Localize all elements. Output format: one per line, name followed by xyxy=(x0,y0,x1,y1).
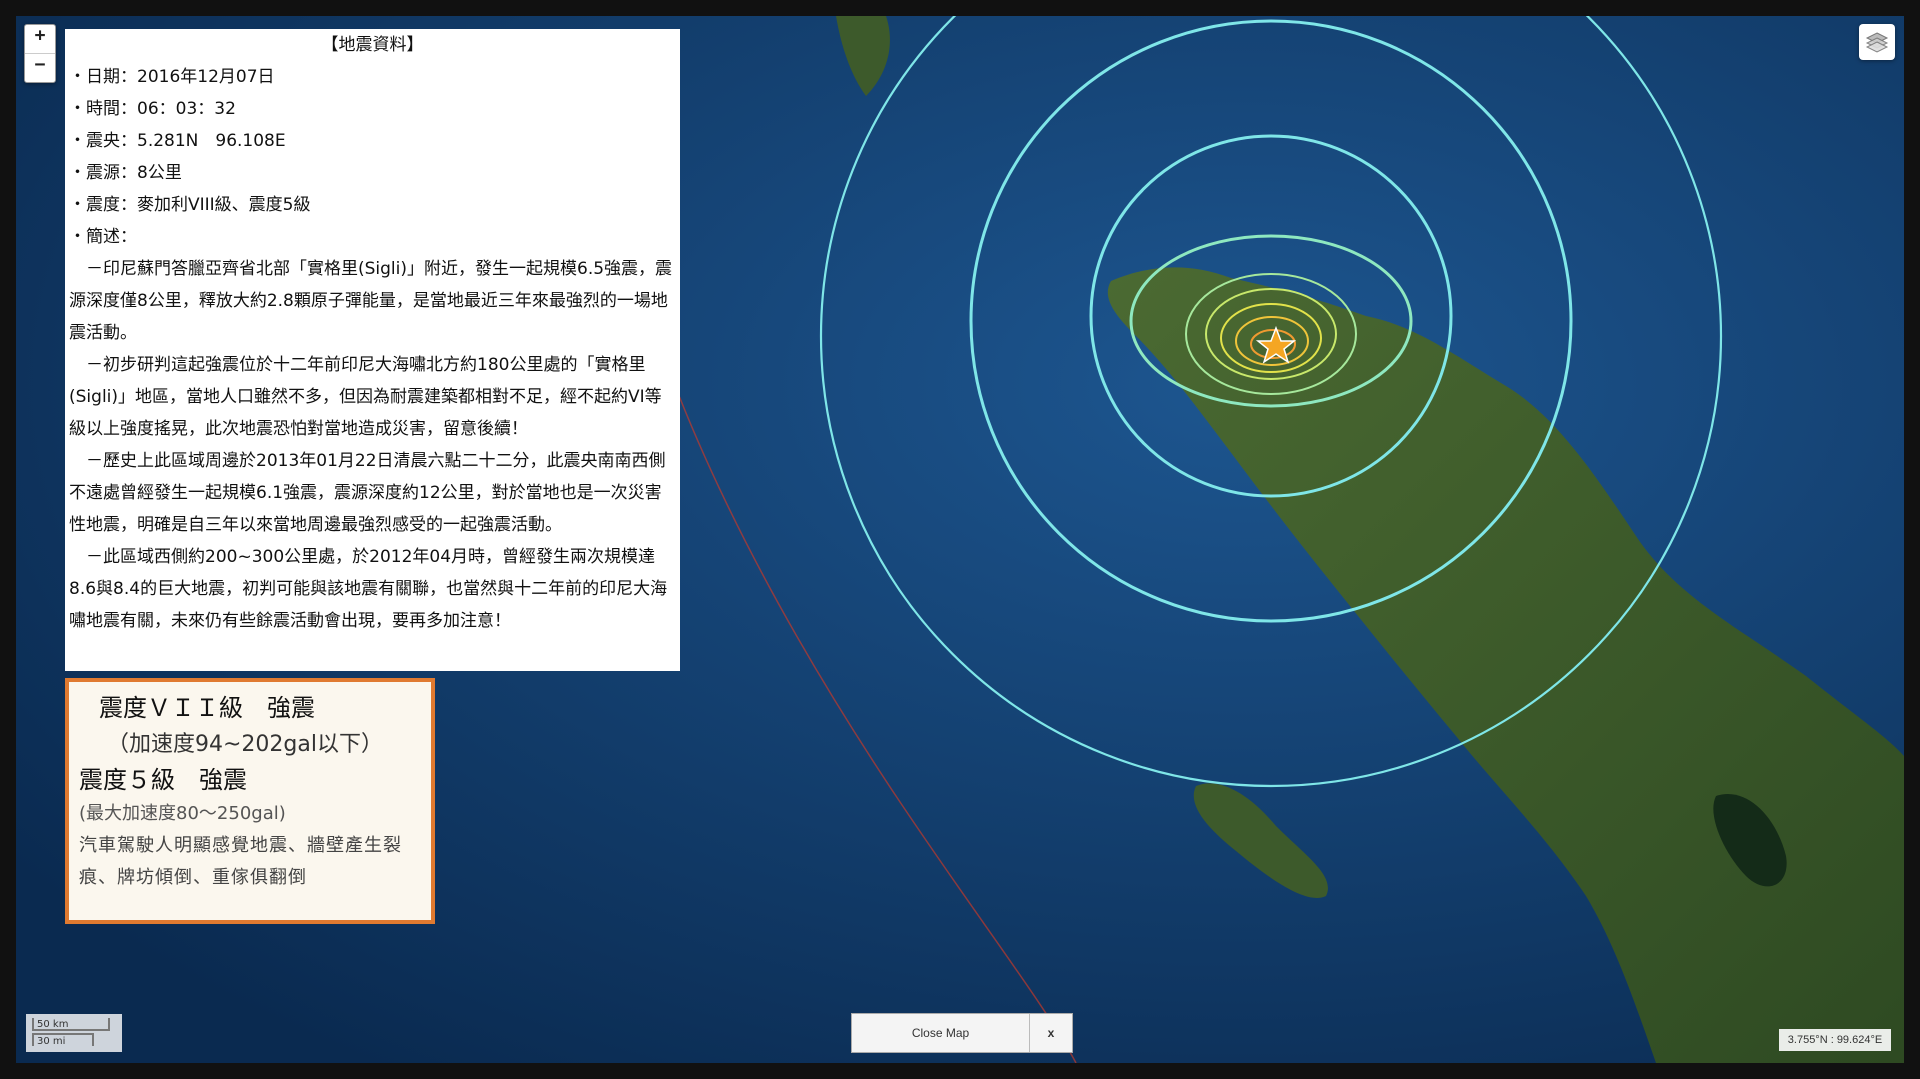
cursor-coordinates: 3.755°N : 99.624°E xyxy=(1779,1029,1891,1051)
intensity-line-4: (最大加速度80～250gal) xyxy=(79,803,286,824)
map-view[interactable]: + − 【地震資料】 ・日期：2016年12月07日 ・時間：06：03：32 … xyxy=(16,16,1904,1063)
zoom-in-button[interactable]: + xyxy=(25,25,55,53)
scale-mi: 30 mi xyxy=(32,1033,94,1047)
zoom-control: + − xyxy=(24,24,56,83)
close-icon[interactable]: x xyxy=(1029,1014,1072,1052)
info-paragraph-2: －初步研判這起強震位於十二年前印尼大海嘯北方約180公里處的「實格里(Sigli… xyxy=(69,355,662,439)
info-depth: ・震源：8公里 xyxy=(69,163,182,183)
info-time: ・時間：06：03：32 xyxy=(69,99,236,119)
info-paragraph-1: －印尼蘇門答臘亞齊省北部「實格里(Sigli)」附近，發生一起規模6.5強震，震… xyxy=(69,259,673,343)
info-paragraph-4: －此區域西側約200~300公里處，於2012年04月時，曾經發生兩次規模達8.… xyxy=(69,547,668,631)
close-map-bar: Close Map x xyxy=(851,1013,1073,1053)
scale-km: 50 km xyxy=(32,1018,110,1031)
earthquake-info-panel: 【地震資料】 ・日期：2016年12月07日 ・時間：06：03：32 ・震央：… xyxy=(65,29,680,671)
info-summary-label: ・簡述： xyxy=(69,227,137,247)
zoom-out-button[interactable]: − xyxy=(25,53,55,82)
scale-bar: 50 km 30 mi xyxy=(26,1014,122,1052)
layers-button[interactable] xyxy=(1859,24,1895,60)
intensity-line-3: 震度５級 強震 xyxy=(79,766,247,794)
layers-icon xyxy=(1865,32,1889,53)
intensity-line-2: （加速度94~202gal以下） xyxy=(107,732,383,757)
info-paragraph-3: －歷史上此區域周邊於2013年01月22日清晨六點二十二分，此震央南南西側不遠處… xyxy=(69,451,666,535)
info-epicenter: ・震央：5.281N 96.108E xyxy=(69,131,286,151)
info-intensity: ・震度：麥加利VIII級、震度5級 xyxy=(69,195,311,215)
intensity-line-5: 汽車駕駛人明顯感覺地震、牆壁產生裂痕、牌坊傾倒、重傢俱翻倒 xyxy=(79,835,402,888)
info-date: ・日期：2016年12月07日 xyxy=(69,67,275,87)
intensity-legend: 震度ＶＩＩ級 強震 （加速度94~202gal以下） 震度５級 強震 (最大加速… xyxy=(65,678,435,924)
close-map-button[interactable]: Close Map xyxy=(852,1014,1029,1052)
info-title: 【地震資料】 xyxy=(321,35,424,55)
intensity-line-1: 震度ＶＩＩ級 強震 xyxy=(99,694,315,722)
